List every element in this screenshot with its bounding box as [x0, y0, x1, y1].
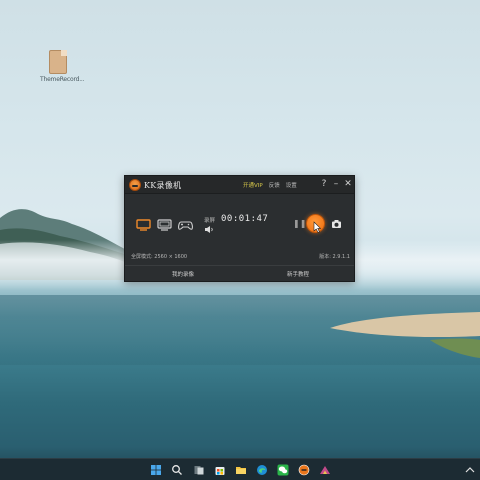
fullscreen-mode-icon[interactable]	[136, 219, 151, 231]
landscape-island	[330, 312, 480, 358]
screenshot-camera-icon[interactable]	[331, 219, 342, 229]
app-title: KK录像机	[144, 181, 182, 190]
pause-button[interactable]: ❚❚	[293, 219, 306, 229]
record-label: 录屏	[204, 218, 216, 224]
edge-browser-icon[interactable]	[256, 464, 268, 476]
store-icon[interactable]	[214, 464, 226, 476]
window-footer: 我的录像 新手教程	[125, 265, 354, 282]
window-titlebar[interactable]: KK录像机 开通VIP 反馈 设置 ? – ✕	[125, 176, 354, 194]
mouse-cursor-icon	[313, 221, 322, 233]
app-logo-icon	[129, 179, 141, 191]
open-vip-link[interactable]: 开通VIP	[243, 183, 263, 189]
version-label: 版本: 2.9.1.1	[319, 254, 350, 260]
titlebar-links: 开通VIP 反馈 设置	[243, 181, 303, 189]
wechat-icon[interactable]	[277, 464, 289, 476]
taskbar	[0, 458, 480, 480]
search-icon[interactable]	[171, 464, 183, 476]
app-taskbar-icon[interactable]	[319, 464, 331, 476]
start-windows-icon[interactable]	[150, 464, 162, 476]
file-explorer-icon[interactable]	[235, 464, 247, 476]
kk-recorder-taskbar-icon[interactable]	[298, 464, 310, 476]
feedback-link[interactable]: 反馈	[269, 183, 280, 189]
help-button[interactable]: ?	[319, 179, 329, 190]
capture-mode-info: 全屏模式: 2560 × 1600	[131, 254, 188, 260]
record-timer: 00:01:47	[221, 214, 269, 224]
task-view-icon[interactable]	[193, 464, 205, 476]
game-mode-icon[interactable]	[178, 219, 193, 231]
volume-icon[interactable]	[204, 225, 214, 234]
my-records-link[interactable]: 我的录像	[172, 270, 194, 278]
recorder-window: KK录像机 开通VIP 反馈 设置 ? – ✕ 录屏 00:01:47 ❚❚ 全屏模…	[124, 175, 355, 282]
tray-chevron-icon[interactable]	[464, 465, 476, 475]
file-icon	[49, 50, 67, 74]
window-mode-icon[interactable]	[157, 219, 172, 231]
tutorial-link[interactable]: 新手教程	[287, 270, 309, 278]
desktop-file-label: ThemeRecord...	[40, 76, 85, 83]
close-button[interactable]: ✕	[343, 179, 353, 190]
minimize-button[interactable]: –	[331, 179, 341, 190]
settings-link[interactable]: 设置	[286, 183, 297, 189]
desktop-file-icon[interactable]: ThemeRecord...	[40, 50, 85, 83]
